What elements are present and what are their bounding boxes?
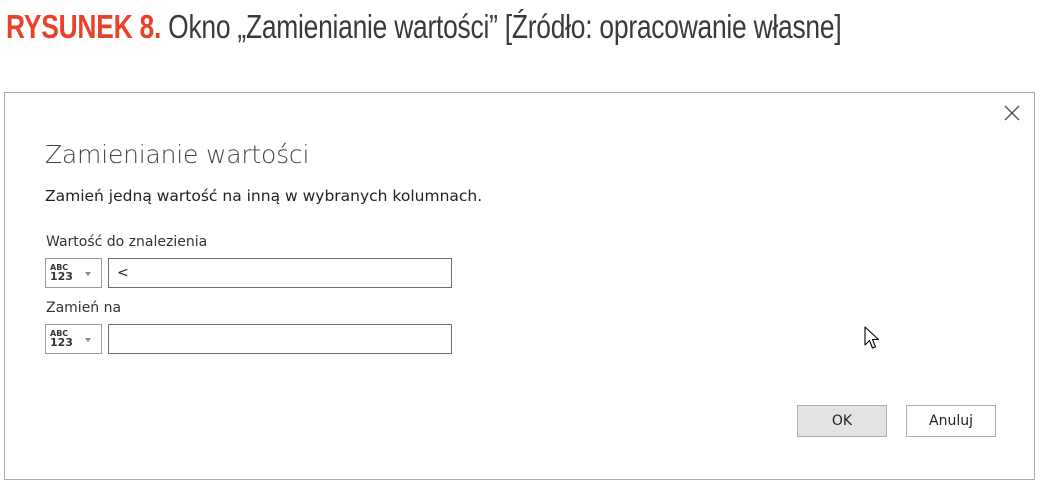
dialog-description: Zamień jedną wartość na inną w wybranych… [45, 187, 483, 205]
chevron-down-icon [85, 338, 91, 342]
find-value-input[interactable] [108, 258, 452, 288]
caption-text: Okno „Zamienianie wartości” [Źródło: opr… [161, 8, 842, 45]
close-button[interactable] [1000, 101, 1024, 125]
replace-with-label: Zamień na [46, 300, 122, 316]
dialog-title: Zamienianie wartości [45, 140, 310, 169]
chevron-down-icon [85, 272, 91, 276]
replace-with-input[interactable] [108, 324, 452, 354]
cancel-button[interactable]: Anuluj [906, 405, 996, 437]
any-type-icon: ABC 123 [49, 328, 73, 350]
replace-type-dropdown[interactable]: ABC 123 [45, 324, 102, 354]
caption-label: RYSUNEK 8. [6, 8, 162, 45]
figure-caption: RYSUNEK 8. Okno „Zamienianie wartości” [… [6, 4, 842, 50]
find-type-dropdown[interactable]: ABC 123 [45, 258, 102, 288]
type-num-text: 123 [50, 336, 73, 349]
type-num-text: 123 [50, 270, 73, 283]
replace-values-dialog: Zamienianie wartości Zamień jedną wartoś… [4, 92, 1035, 480]
close-icon [1004, 105, 1020, 121]
ok-button[interactable]: OK [797, 405, 887, 437]
find-value-label: Wartość do znalezienia [46, 234, 208, 250]
any-type-icon: ABC 123 [49, 262, 73, 284]
